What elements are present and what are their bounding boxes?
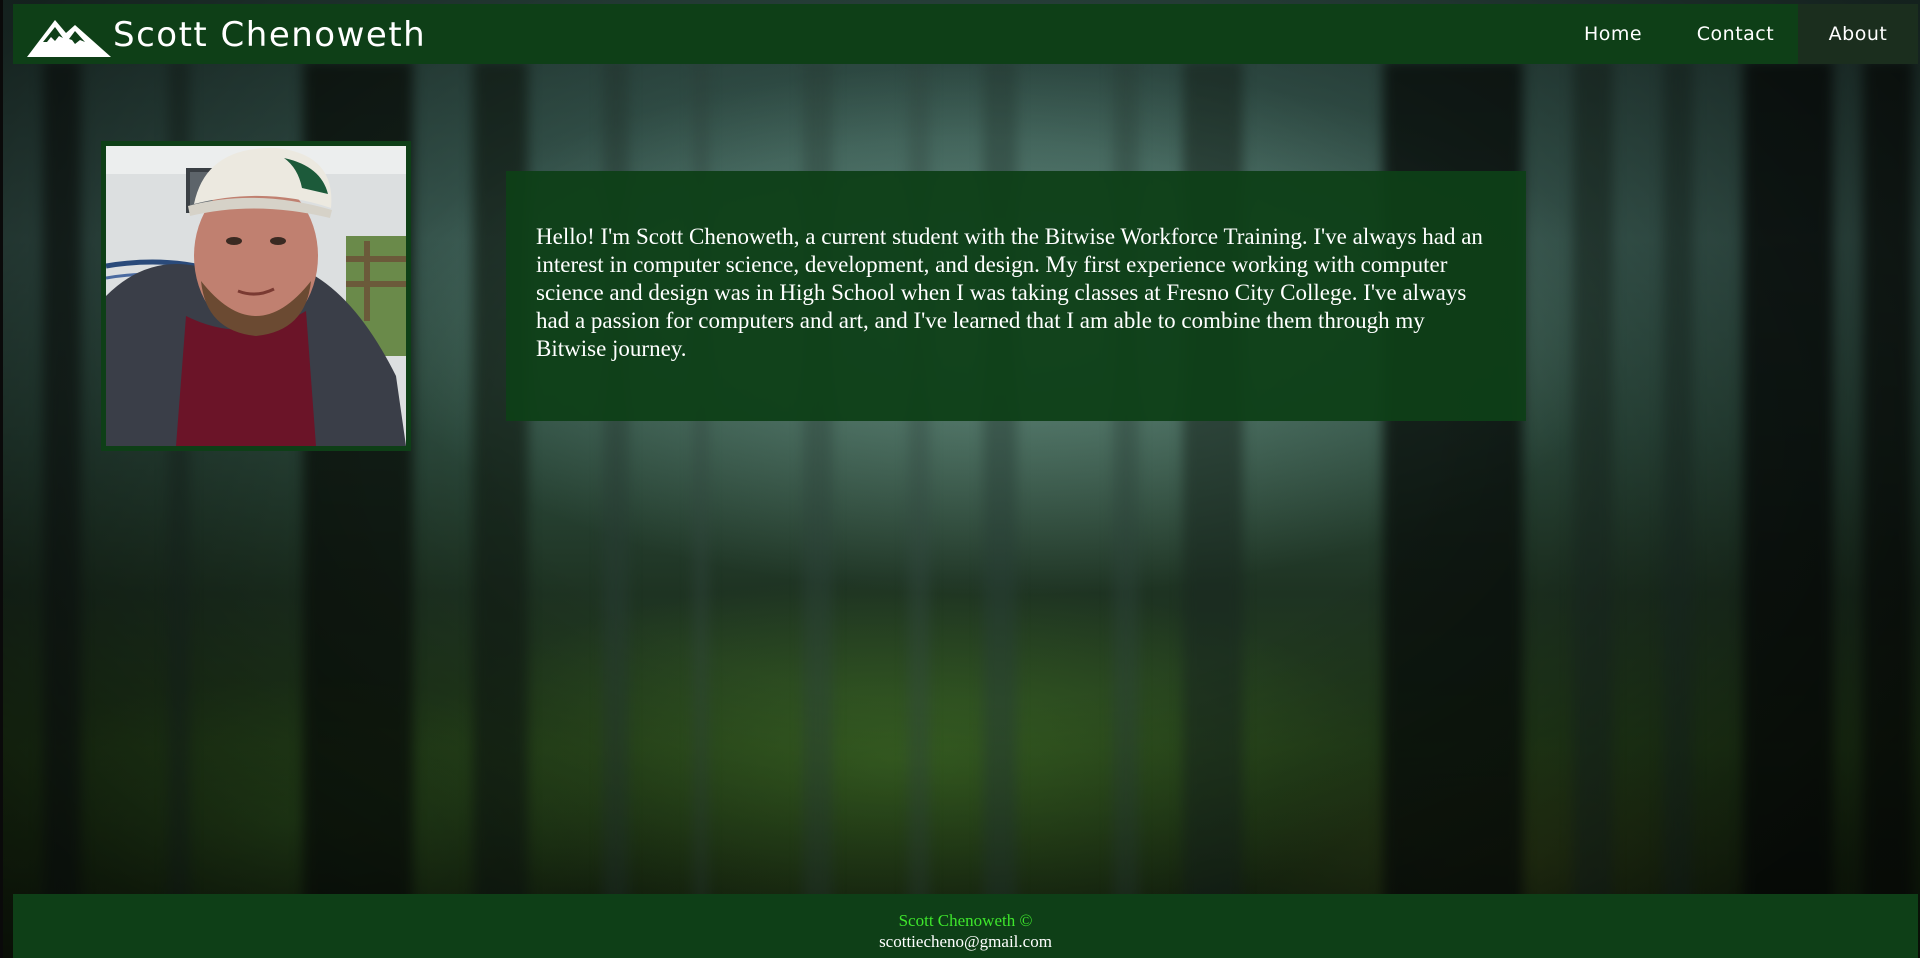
brand-name: Scott Chenoweth [113,15,427,55]
nav-about[interactable]: About [1798,4,1918,64]
page: Scott Chenoweth Home Contact About Hello… [0,0,1920,958]
footer-email[interactable]: scottiecheno@gmail.com [13,932,1918,952]
main-nav: Home Contact About [1553,4,1918,64]
profile-photo-frame [101,141,411,451]
mountain-logo-icon [27,20,111,57]
bio-text: Hello! I'm Scott Chenoweth, a current st… [536,224,1483,361]
nav-contact[interactable]: Contact [1673,4,1798,64]
profile-photo [106,146,406,446]
footer-copyright: Scott Chenoweth © [898,911,1033,930]
brand-link[interactable]: Scott Chenoweth [25,10,426,60]
navbar: Scott Chenoweth Home Contact About [13,4,1918,64]
footer: Scott Chenoweth © scottiecheno@gmail.com [13,894,1918,958]
bio-panel: Hello! I'm Scott Chenoweth, a current st… [506,171,1526,421]
profile-photo-image [106,146,406,446]
nav-home[interactable]: Home [1553,4,1673,64]
